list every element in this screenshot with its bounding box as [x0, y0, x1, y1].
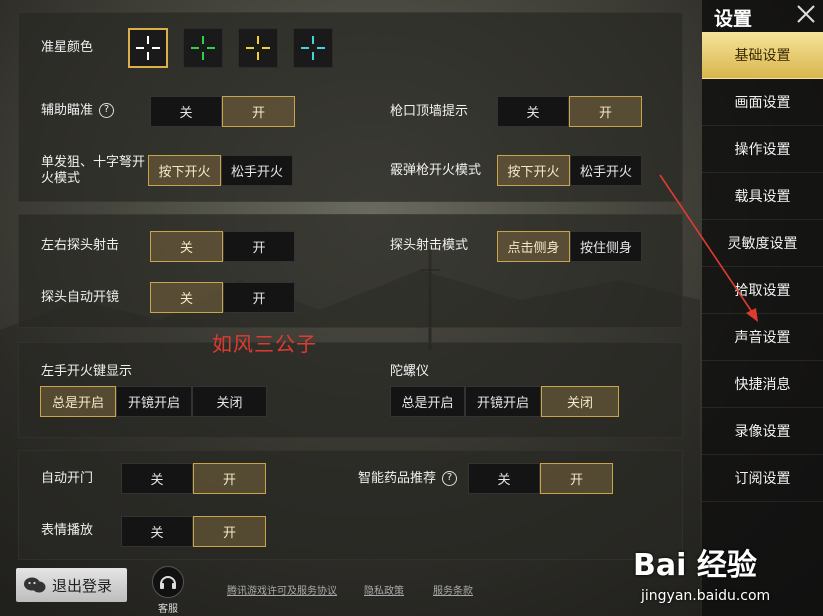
smart-med-off[interactable]: 关 [468, 463, 540, 494]
peek-fire-on[interactable]: 开 [223, 231, 295, 262]
gyro-toggle: 总是开启 开镜开启 关闭 [390, 386, 619, 417]
peek-mode-tap[interactable]: 点击侧身 [497, 231, 570, 262]
privacy-link[interactable]: 隐私政策 [364, 582, 404, 597]
peek-scope-on[interactable]: 开 [223, 282, 295, 313]
aim-assist-text: 辅助瞄准 [41, 103, 94, 118]
sidebar-item-vehicle[interactable]: 载具设置 [702, 173, 823, 220]
settings-sidebar: 设置 基础设置 画面设置 操作设置 载具设置 灵敏度设置 拾取设置 声音设置 快… [702, 0, 823, 616]
help-icon[interactable]: ? [442, 471, 458, 486]
single-shot-toggle: 按下开火 松手开火 [148, 155, 293, 186]
crosshair-color-label: 准星颜色 [41, 40, 94, 55]
logout-label: 退出登录 [52, 576, 113, 595]
gyro-always[interactable]: 总是开启 [390, 386, 465, 417]
sidebar-item-basic[interactable]: 基础设置 [702, 32, 823, 79]
aim-assist-off[interactable]: 关 [150, 96, 222, 127]
close-icon[interactable] [795, 3, 817, 25]
peek-scope-off[interactable]: 关 [150, 282, 223, 313]
peek-scope-label: 探头自动开镜 [41, 290, 120, 305]
single-shot-release[interactable]: 松手开火 [221, 155, 293, 186]
baidu-url: jingyan.baidu.com [641, 588, 771, 604]
left-fire-label: 左手开火键显示 [41, 364, 133, 379]
gyro-close[interactable]: 关闭 [541, 386, 619, 417]
crosshair-icon [301, 36, 325, 60]
headset-icon [152, 566, 184, 598]
smart-med-on[interactable]: 开 [540, 463, 613, 494]
peek-scope-toggle: 关 开 [150, 282, 295, 313]
peek-mode-hold[interactable]: 按住侧身 [570, 231, 642, 262]
logout-button[interactable]: 退出登录 [16, 568, 127, 602]
left-fire-scope[interactable]: 开镜开启 [116, 386, 192, 417]
muzzle-hint-off[interactable]: 关 [497, 96, 569, 127]
wechat-icon [24, 577, 46, 593]
peek-fire-label: 左右探头射击 [41, 238, 120, 253]
peek-mode-toggle: 点击侧身 按住侧身 [497, 231, 642, 262]
left-fire-close[interactable]: 关闭 [192, 386, 267, 417]
sidebar-item-subscription[interactable]: 订阅设置 [702, 455, 823, 502]
single-shot-label: 单发狙、十字弩开火模式 [41, 155, 146, 186]
customer-service-label: 客服 [158, 604, 178, 615]
auto-door-on[interactable]: 开 [193, 463, 266, 494]
shotgun-toggle: 按下开火 松手开火 [497, 155, 642, 186]
shotgun-release[interactable]: 松手开火 [570, 155, 642, 186]
emote-label: 表情播放 [41, 523, 94, 538]
smart-med-label: 智能药品推荐? [358, 471, 458, 487]
sidebar-header: 设置 [702, 0, 823, 32]
muzzle-hint-on[interactable]: 开 [569, 96, 642, 127]
baidu-watermark: Bai 经验 jingyan.baidu.com [633, 540, 823, 616]
crosshair-swatch-yellow[interactable] [238, 28, 278, 68]
aim-assist-toggle: 关 开 [150, 96, 295, 127]
peek-mode-label: 探头射击模式 [390, 238, 469, 253]
crosshair-icon [191, 36, 215, 60]
sidebar-item-sensitivity[interactable]: 灵敏度设置 [702, 220, 823, 267]
auto-door-label: 自动开门 [41, 471, 94, 486]
muzzle-hint-toggle: 关 开 [497, 96, 642, 127]
muzzle-hint-label: 枪口顶墙提示 [390, 104, 469, 119]
crosshair-icon [246, 36, 270, 60]
sidebar-item-recording[interactable]: 录像设置 [702, 408, 823, 455]
left-fire-always[interactable]: 总是开启 [40, 386, 116, 417]
crosshair-swatch-cyan[interactable] [293, 28, 333, 68]
crosshair-swatch-white[interactable] [128, 28, 168, 68]
smart-med-text: 智能药品推荐 [358, 471, 437, 486]
sidebar-item-audio[interactable]: 声音设置 [702, 314, 823, 361]
sidebar-item-quick-message[interactable]: 快捷消息 [702, 361, 823, 408]
peek-fire-off[interactable]: 关 [150, 231, 223, 262]
auto-door-toggle: 关 开 [121, 463, 266, 494]
sidebar-item-controls[interactable]: 操作设置 [702, 126, 823, 173]
emote-on[interactable]: 开 [193, 516, 266, 547]
emote-toggle: 关 开 [121, 516, 266, 547]
crosshair-icon [136, 36, 160, 60]
baidu-logo-text: Bai 经验 [633, 548, 757, 583]
help-icon[interactable]: ? [99, 103, 115, 118]
smart-med-toggle: 关 开 [468, 463, 613, 494]
author-watermark: 如风三公子 [212, 332, 317, 356]
customer-service-button[interactable]: 客服 [148, 566, 188, 615]
left-fire-toggle: 总是开启 开镜开启 关闭 [40, 386, 267, 417]
sidebar-item-pickup[interactable]: 拾取设置 [702, 267, 823, 314]
gyro-label: 陀螺仪 [390, 364, 430, 379]
shotgun-press[interactable]: 按下开火 [497, 155, 570, 186]
peek-fire-toggle: 关 开 [150, 231, 295, 262]
shotgun-label: 霰弹枪开火模式 [390, 163, 482, 178]
single-shot-press[interactable]: 按下开火 [148, 155, 221, 186]
emote-off[interactable]: 关 [121, 516, 193, 547]
sidebar-title: 设置 [714, 8, 753, 30]
license-link[interactable]: 腾讯游戏许可及服务协议 [227, 582, 337, 597]
gyro-scope[interactable]: 开镜开启 [465, 386, 541, 417]
aim-assist-label: 辅助瞄准? [41, 103, 115, 119]
aim-assist-on[interactable]: 开 [222, 96, 295, 127]
terms-link[interactable]: 服务条款 [433, 582, 473, 597]
auto-door-off[interactable]: 关 [121, 463, 193, 494]
sidebar-item-graphics[interactable]: 画面设置 [702, 79, 823, 126]
crosshair-swatch-green[interactable] [183, 28, 223, 68]
